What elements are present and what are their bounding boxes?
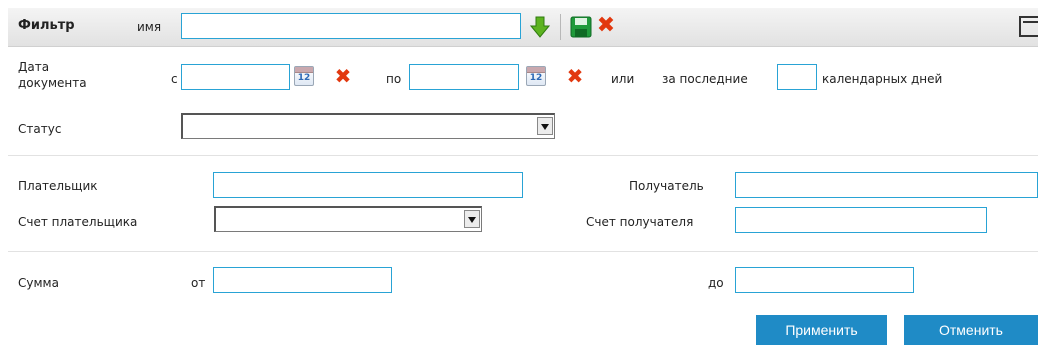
delete-filter-icon[interactable]: ✖ xyxy=(596,15,616,37)
date-from-label: с xyxy=(171,72,178,86)
name-label: имя xyxy=(137,20,162,34)
date-label: Дата документа xyxy=(18,60,87,90)
date-from-input[interactable] xyxy=(181,64,290,90)
filter-header xyxy=(8,8,1038,47)
amount-from-label: от xyxy=(191,276,206,290)
payer-account-label: Счет плательщика xyxy=(18,215,138,229)
date-to-input[interactable] xyxy=(409,64,519,90)
apply-button[interactable]: Применить xyxy=(756,315,887,345)
recipient-account-input[interactable] xyxy=(735,207,987,233)
amount-to-label: до xyxy=(708,276,724,290)
status-select[interactable] xyxy=(181,113,555,139)
filter-name-input[interactable] xyxy=(181,13,521,39)
filter-title: Фильтр xyxy=(18,18,75,33)
load-filter-icon[interactable] xyxy=(530,16,550,38)
status-label: Статус xyxy=(18,122,62,136)
amount-label: Сумма xyxy=(18,276,59,290)
date-from-clear-icon[interactable]: ✖ xyxy=(333,66,353,86)
recipient-input[interactable] xyxy=(735,172,1038,198)
recipient-account-label: Счет получателя xyxy=(586,215,694,229)
cancel-button[interactable]: Отменить xyxy=(904,315,1038,345)
status-dropdown-icon[interactable] xyxy=(537,117,553,135)
last-days-label: за последние xyxy=(662,72,748,86)
date-from-calendar-icon[interactable]: 12 xyxy=(294,66,314,86)
payer-label: Плательщик xyxy=(18,179,98,193)
amount-from-input[interactable] xyxy=(213,267,392,293)
last-days-input[interactable] xyxy=(777,64,817,90)
date-label-line1: Дата xyxy=(18,60,50,74)
payer-input[interactable] xyxy=(213,172,523,198)
date-to-label: по xyxy=(386,72,402,86)
date-label-line2: документа xyxy=(18,76,87,90)
payer-account-dropdown-icon[interactable] xyxy=(464,210,480,228)
separator-1 xyxy=(8,155,1038,156)
save-filter-icon[interactable] xyxy=(570,16,592,38)
payer-account-select[interactable] xyxy=(214,206,482,232)
collapse-panel-icon[interactable] xyxy=(1019,16,1038,37)
date-to-clear-icon[interactable]: ✖ xyxy=(565,66,585,86)
toolbar-divider xyxy=(560,14,561,40)
date-to-calendar-icon[interactable]: 12 xyxy=(526,66,546,86)
separator-2 xyxy=(8,251,1038,252)
date-or-label: или xyxy=(611,72,635,86)
calendar-days-label: календарных дней xyxy=(822,72,943,86)
recipient-label: Получатель xyxy=(629,179,704,193)
amount-to-input[interactable] xyxy=(735,267,914,293)
